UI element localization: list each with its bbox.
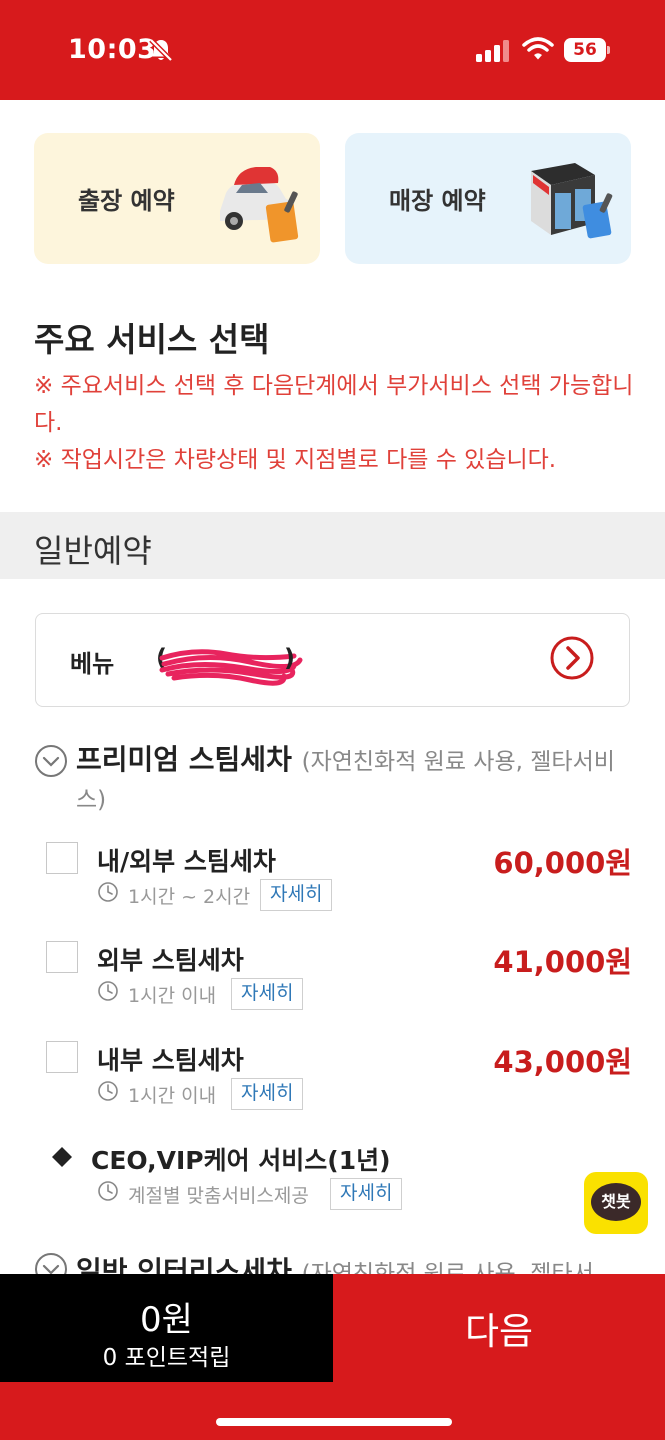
service-price: 41,000원: [493, 945, 632, 979]
premium-category-title: 프리미엄 스팀세차: [76, 743, 292, 776]
main-service-title: 주요 서비스 선택: [34, 320, 270, 359]
vip-service-desc: 계절별 맞춤서비스제공: [128, 1185, 309, 1207]
chevron-down-circle-icon[interactable]: [34, 744, 68, 778]
battery-indicator: 56: [564, 38, 610, 62]
status-time: 10:03: [68, 34, 157, 65]
service-name: 내/외부 스팀세차: [97, 847, 276, 876]
clock-icon: [98, 1081, 118, 1101]
service-name: 외부 스팀세차: [97, 946, 244, 975]
premium-category[interactable]: 프리미엄 스팀세차 (자연친화적 원료 사용, 젤타서비스): [34, 742, 634, 818]
service-item: 내/외부 스팀세차 60,000원 1시간 ~ 2시간 자세히: [46, 842, 632, 922]
chatbot-button[interactable]: 챗봇: [584, 1172, 648, 1234]
vehicle-name: 베뉴: [70, 650, 115, 678]
notice-line-2: ※ 작업시간은 차량상태 및 지점별로 다를 수 있습니다.: [34, 447, 557, 473]
service-checkbox[interactable]: [46, 1041, 78, 1073]
car-service-icon: [220, 167, 299, 243]
general-reservation-label: 일반예약: [34, 532, 152, 570]
chevron-right-circle-icon[interactable]: [549, 635, 595, 681]
onsite-reservation-label: 출장 예약: [78, 187, 175, 215]
total-amount: 0원: [140, 1300, 193, 1340]
battery-tip: [607, 46, 610, 54]
points-earned: 0 포인트적립: [102, 1345, 231, 1371]
detail-button[interactable]: 자세히: [330, 1178, 403, 1210]
service-duration: 1시간 ~ 2시간: [128, 886, 251, 908]
general-reservation-header: 일반예약: [0, 512, 665, 579]
store-building-icon: [531, 163, 613, 239]
next-button[interactable]: 다음: [333, 1274, 665, 1382]
home-indicator[interactable]: [216, 1418, 452, 1426]
detail-button[interactable]: 자세히: [260, 879, 333, 911]
diamond-bullet-icon: [52, 1147, 72, 1167]
chatbot-label: 챗봇: [591, 1183, 641, 1221]
service-duration: 1시간 이내: [128, 985, 217, 1007]
onsite-reservation-card[interactable]: 출장 예약: [34, 133, 320, 264]
service-price: 60,000원: [493, 846, 632, 880]
service-checkbox[interactable]: [46, 941, 78, 973]
bell-muted-icon: [149, 38, 173, 62]
clock-icon: [98, 882, 118, 902]
redacted-scribble: [159, 649, 303, 686]
detail-button[interactable]: 자세히: [231, 1078, 304, 1110]
service-name: 내부 스팀세차: [97, 1046, 244, 1075]
vip-service-name: CEO,VIP케어 서비스(1년): [91, 1146, 391, 1175]
store-reservation-label: 매장 예약: [389, 187, 486, 215]
service-price: 43,000원: [493, 1045, 632, 1079]
clock-icon: [98, 1181, 118, 1201]
premium-category-header: 프리미엄 스팀세차 (자연친화적 원료 사용, 젤타서비스): [34, 742, 634, 818]
battery-level: 56: [564, 38, 606, 62]
detail-button[interactable]: 자세히: [231, 978, 304, 1010]
clock-icon: [98, 981, 118, 1001]
service-item: 내부 스팀세차 43,000원 1시간 이내 자세히: [46, 1041, 632, 1121]
notice-line-1: ※ 주요서비스 선택 후 다음단계에서 부가서비스 선택 가능합니다.: [34, 373, 634, 436]
vip-service-item: CEO,VIP케어 서비스(1년) 계절별 맞춤서비스제공 자세히: [46, 1141, 632, 1221]
vehicle-plate-close: ): [284, 644, 301, 672]
wifi-icon: [522, 37, 554, 60]
service-notice: ※ 주요서비스 선택 후 다음단계에서 부가서비스 선택 가능합니다. ※ 작업…: [34, 368, 634, 479]
store-reservation-card[interactable]: 매장 예약: [345, 133, 631, 264]
vehicle-selector[interactable]: 베뉴 ( ): [35, 613, 630, 707]
status-bar: 10:03 56: [0, 0, 665, 100]
signal-icon: [476, 40, 509, 62]
service-duration: 1시간 이내: [128, 1085, 217, 1107]
service-checkbox[interactable]: [46, 842, 78, 874]
order-total-panel: 0원 0 포인트적립: [0, 1274, 333, 1382]
bottom-bar: [0, 1382, 665, 1440]
service-item: 외부 스팀세차 41,000원 1시간 이내 자세히: [46, 941, 632, 1021]
